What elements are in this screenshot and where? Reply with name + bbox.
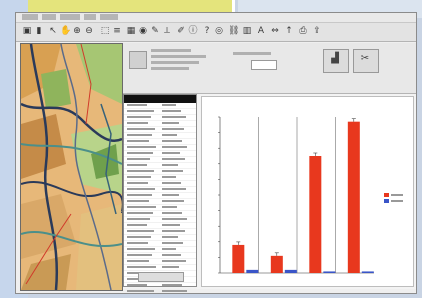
legend-swatch [384, 193, 389, 197]
attribute-table[interactable] [123, 94, 197, 292]
export-icon[interactable]: ⇪ [312, 26, 322, 37]
pointer-icon[interactable]: ↖ [48, 26, 58, 37]
bar-series-1 [232, 244, 245, 273]
zoom-in-icon[interactable]: ⊕ [72, 26, 82, 37]
hand-icon[interactable]: ✋ [60, 26, 71, 37]
measure-icon[interactable]: ⟂ [162, 26, 172, 37]
legend-swatch [384, 199, 389, 203]
record-icon[interactable] [129, 51, 147, 69]
select-icon[interactable]: ⬚ [100, 26, 110, 37]
map-view[interactable] [20, 43, 123, 291]
legend-label-placeholder [391, 200, 403, 202]
bar-series-2 [361, 271, 374, 273]
table-row[interactable] [124, 289, 196, 293]
layers-icon[interactable]: ≡ [112, 26, 122, 37]
buffer-icon[interactable]: ◎ [214, 26, 224, 37]
table-header [124, 95, 196, 103]
save-icon[interactable]: ▮ [34, 26, 44, 37]
toolbar: ▣ ▮ ↖ ✋ ⊕ ⊖ ⬚ ≡ ▦ ◉ ✎ ⟂ ✐ ⓘ ? ◎ ⛓ ▥ A ⇔ … [16, 23, 416, 42]
analysis-pane: ▟ ✂ [123, 43, 416, 292]
map-canvas [21, 44, 122, 290]
menu-bar [16, 13, 416, 23]
chart-icon[interactable]: ▥ [242, 26, 252, 37]
globe-icon[interactable]: ◉ [138, 26, 148, 37]
bar-chart [201, 96, 414, 287]
edit-icon[interactable]: ✎ [150, 26, 160, 37]
scale-icon[interactable]: ⇔ [270, 26, 280, 37]
tools-icon: ✂ [360, 53, 370, 64]
table-body [124, 103, 196, 293]
table-icon[interactable]: ▦ [126, 26, 136, 37]
parameter-field[interactable] [251, 60, 277, 70]
application-window: ▣ ▮ ↖ ✋ ⊕ ⊖ ⬚ ≡ ▦ ◉ ✎ ⟂ ✐ ⓘ ? ◎ ⛓ ▥ A ⇔ … [15, 12, 417, 294]
chart-svg [218, 116, 403, 274]
legend-label-placeholder [391, 194, 403, 196]
bar-series-1 [270, 255, 283, 273]
info-bar: ▟ ✂ [123, 43, 416, 94]
draw-icon[interactable]: ✐ [176, 26, 186, 37]
graph-icon: ▟ [331, 53, 339, 64]
print-icon[interactable]: ⎙ [298, 26, 308, 37]
north-arrow-icon[interactable]: ↑ [284, 26, 294, 37]
zoom-out-icon[interactable]: ⊖ [84, 26, 94, 37]
info-icon[interactable]: ⓘ [188, 26, 198, 37]
table-action-button[interactable] [138, 272, 184, 282]
bar-series-1 [347, 121, 360, 274]
bar-series-1 [309, 156, 322, 273]
bar-series-2 [323, 271, 336, 273]
label-icon[interactable]: A [256, 26, 266, 37]
query-icon[interactable]: ? [202, 26, 212, 37]
open-icon[interactable]: ▣ [22, 26, 32, 37]
link-icon[interactable]: ⛓ [228, 26, 239, 37]
bar-series-2 [246, 269, 259, 273]
bar-series-2 [284, 269, 297, 273]
